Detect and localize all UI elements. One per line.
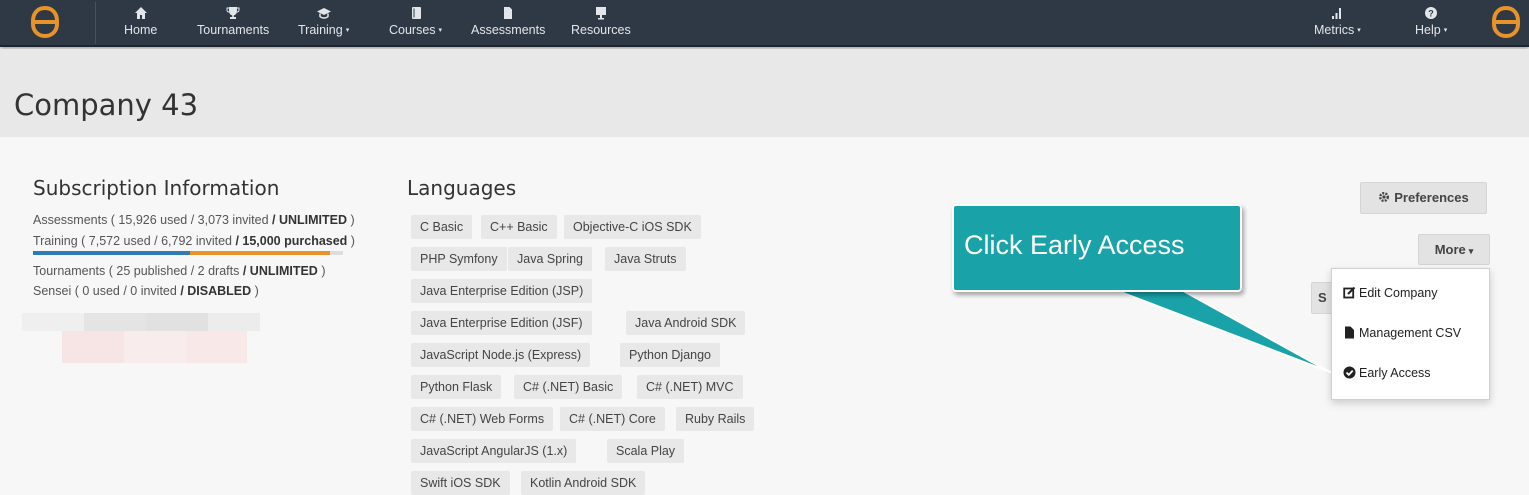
language-tag: C++ Basic [481,215,557,239]
nav-label: Resources [571,23,631,37]
language-tag: Java Enterprise Edition (JSP) [411,279,593,303]
preferences-label: Preferences [1394,190,1469,205]
language-tag: Kotlin Android SDK [521,471,646,495]
page-title: Company 43 [14,88,199,122]
nav-label: Help [1415,23,1441,37]
logo-icon[interactable] [30,6,60,38]
more-dropdown-button[interactable]: More ▾ [1418,234,1490,265]
language-tag: Java Enterprise Edition (JSF) [411,311,592,335]
caret-down-icon: ▾ [1357,27,1361,34]
training-progress-bar [33,251,343,255]
language-tag: Python Flask [411,375,502,399]
gear-icon [1379,192,1390,202]
languages-heading: Languages [407,176,517,200]
language-tag: C Basic [411,215,473,239]
presentation-icon [595,7,606,20]
redacted-block [84,313,146,331]
menu-item-management-csv[interactable]: Management CSV [1343,326,1461,340]
language-tag: Objective-C iOS SDK [564,215,701,239]
training-usage: Training ( 7,572 used / 6,792 invited / … [33,234,355,248]
language-tag: C# (.NET) Web Forms [411,407,554,431]
menu-item-label: Management CSV [1359,326,1462,340]
nav-label: Courses [389,23,436,37]
signal-bars-icon [1332,8,1342,19]
language-tag: Java Struts [605,247,686,271]
menu-item-early-access[interactable]: Early Access [1343,366,1431,380]
redacted-block [62,331,124,363]
language-tag: Java Android SDK [626,311,746,335]
nav-label: Metrics [1314,23,1355,37]
nav-assessments[interactable]: Assessments [471,5,545,37]
tournaments-usage: Tournaments ( 25 published / 2 drafts / … [33,264,326,278]
book-icon [411,7,421,19]
language-tag: Swift iOS SDK [411,471,510,495]
nav-training[interactable]: Training ▾ [298,5,349,37]
assessments-usage: Assessments ( 15,926 used / 3,073 invite… [33,213,355,227]
language-tag: PHP Symfony [411,247,507,271]
caret-down-icon: ▾ [1468,246,1474,256]
question-circle-icon: ? [1425,7,1438,19]
sensei-usage: Sensei ( 0 used / 0 invited / DISABLED ) [33,284,259,298]
training-used-bar [33,251,190,255]
svg-text:?: ? [1428,9,1434,19]
nav-help[interactable]: ? Help ▾ [1415,5,1447,37]
language-tag: C# (.NET) MVC [637,375,743,399]
nav-label: Training [298,23,343,37]
top-navbar: Home Tournaments Training ▾ Courses ▾ Asse… [0,0,1529,47]
more-label: More [1434,242,1466,257]
file-icon [1345,326,1354,339]
language-tag: Ruby Rails [676,407,755,431]
nav-home[interactable]: Home [124,5,157,37]
menu-item-label: Early Access [1359,366,1431,380]
file-icon [504,7,513,19]
home-icon [134,7,147,19]
edit-icon [1343,286,1356,299]
nav-divider [95,2,96,44]
more-dropdown-menu: Edit Company Management CSV Early Access [1331,268,1490,400]
language-tag: JavaScript AngularJS (1.x) [411,439,577,463]
nav-label: Tournaments [197,23,270,37]
callout-text: Click Early Access [964,230,1185,260]
caret-down-icon: ▾ [438,27,443,34]
logo-icon[interactable] [1491,6,1521,38]
language-tag: C# (.NET) Basic [514,375,623,399]
preferences-button[interactable]: Preferences [1360,182,1487,214]
redacted-block [186,331,247,363]
nav-tournaments[interactable]: Tournaments [197,5,269,37]
menu-item-edit-company[interactable]: Edit Company [1343,286,1438,300]
redacted-block [124,331,186,363]
nav-resources[interactable]: Resources [571,5,631,37]
language-tag: Java Spring [508,247,593,271]
nav-label: Home [124,23,158,37]
language-tag: C# (.NET) Core [560,407,665,431]
language-tag: JavaScript Node.js (Express) [411,343,591,367]
nav-metrics[interactable]: Metrics ▾ [1314,5,1361,37]
caret-down-icon: ▾ [345,27,350,34]
redacted-block [22,313,84,331]
menu-item-label: Edit Company [1359,286,1438,300]
subscription-heading: Subscription Information [33,176,280,200]
check-circle-icon [1343,366,1356,379]
trophy-icon [226,7,240,19]
hidden-button[interactable]: S [1311,282,1333,314]
page-header [0,49,1529,137]
language-tag: Python Django [620,343,721,367]
nav-courses[interactable]: Courses ▾ [389,5,442,37]
language-tag: Scala Play [607,439,685,463]
hidden-button-label: S [1318,290,1327,305]
caret-down-icon: ▾ [1443,27,1448,34]
training-invited-bar [190,251,330,255]
nav-label: Assessments [471,23,546,37]
redacted-block [208,313,260,331]
graduation-cap-icon [316,8,331,19]
redacted-block [146,313,208,331]
